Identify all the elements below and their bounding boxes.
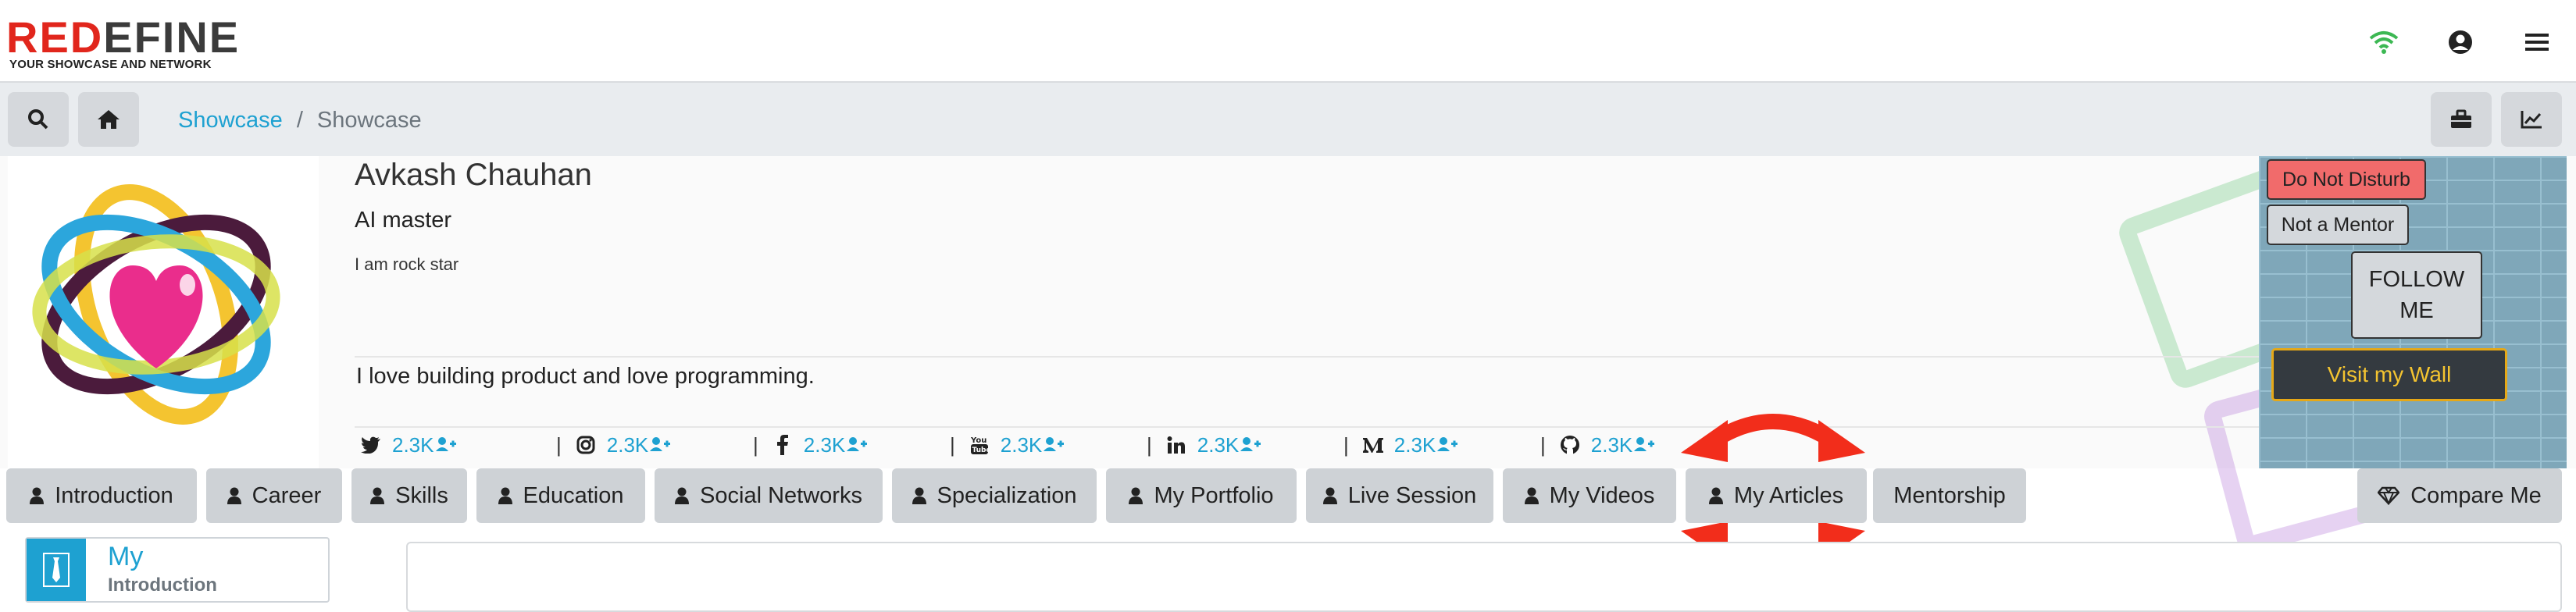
- user-icon: [1322, 487, 1337, 504]
- tab-career[interactable]: Career: [206, 468, 342, 523]
- user-plus-icon[interactable]: [1437, 433, 1458, 457]
- search-icon: [28, 109, 48, 130]
- tab-live-session[interactable]: Live Session: [1306, 468, 1493, 523]
- social-count: 2.3K: [392, 432, 434, 457]
- user-circle-icon[interactable]: [2445, 27, 2476, 58]
- svg-text:You: You: [970, 436, 987, 445]
- medium-icon: [1361, 433, 1385, 457]
- social-count: 2.3K: [606, 432, 649, 457]
- toolbox-icon: [2451, 109, 2471, 128]
- youtube-icon: You Tube: [968, 433, 991, 457]
- brand-logo[interactable]: REDEFINE YOUR SHOWCASE AND NETWORK: [6, 12, 241, 72]
- menu-icon[interactable]: [2521, 27, 2553, 58]
- user-plus-icon[interactable]: [1634, 433, 1655, 457]
- user-plus-icon[interactable]: [435, 433, 456, 457]
- social-youtube[interactable]: | You Tube 2.3K: [950, 433, 1147, 457]
- user-icon: [30, 487, 45, 504]
- tab-skills[interactable]: Skills: [351, 468, 467, 523]
- tie-icon: [27, 539, 86, 601]
- breadcrumb-current: Showcase: [316, 108, 422, 133]
- twitter-icon: [359, 433, 383, 457]
- profile-bio: I love building product and love program…: [356, 364, 815, 389]
- profile-bio-box: I love building product and love program…: [355, 356, 2260, 428]
- breadcrumb-link-showcase[interactable]: Showcase: [178, 108, 283, 133]
- analytics-button[interactable]: [2501, 92, 2562, 147]
- breadcrumb-separator: /: [296, 108, 303, 133]
- user-plus-icon[interactable]: [650, 433, 671, 457]
- atom-heart-logo: [32, 184, 280, 425]
- avatar: [8, 156, 319, 468]
- facebook-icon: [771, 433, 794, 457]
- profile-tagline: I am rock star: [355, 254, 459, 274]
- user-plus-icon[interactable]: [1240, 433, 1261, 457]
- user-plus-icon[interactable]: [1044, 433, 1065, 457]
- tab-my-portfolio[interactable]: My Portfolio: [1106, 468, 1297, 523]
- logo-wordmark: REDEFINE: [6, 12, 241, 62]
- chart-line-icon: [2521, 111, 2542, 129]
- wifi-icon[interactable]: [2368, 27, 2399, 58]
- social-instagram[interactable]: | 2.3K: [556, 433, 753, 457]
- social-linkedin[interactable]: | 2.3K: [1147, 433, 1343, 457]
- profile-title: AI master: [355, 208, 452, 233]
- social-stats: 2.3K | 2.3K | 2.3K | You Tube 2.3K | 2.3K…: [359, 431, 1737, 459]
- visit-wall-button[interactable]: Visit my Wall: [2271, 348, 2507, 401]
- wall-panel: Do Not Disturb Not a Mentor FOLLOW ME Vi…: [2259, 156, 2567, 468]
- tab-education[interactable]: Education: [476, 468, 645, 523]
- social-medium[interactable]: | 2.3K: [1343, 433, 1540, 457]
- follow-me-button[interactable]: FOLLOW ME: [2351, 251, 2482, 339]
- breadcrumb-bar: Showcase / Showcase: [0, 83, 2576, 156]
- user-icon: [227, 487, 241, 504]
- social-facebook[interactable]: | 2.3K: [753, 433, 950, 457]
- user-plus-icon[interactable]: [847, 433, 868, 457]
- social-twitter[interactable]: 2.3K: [359, 433, 556, 457]
- top-navbar: REDEFINE YOUR SHOWCASE AND NETWORK: [0, 0, 2576, 83]
- user-icon: [1524, 487, 1539, 504]
- social-count: 2.3K: [1000, 432, 1043, 457]
- user-icon: [675, 487, 690, 504]
- tab-social-networks[interactable]: Social Networks: [655, 468, 883, 523]
- side-card-subtitle: Introduction: [108, 575, 217, 596]
- not-mentor-button[interactable]: Not a Mentor: [2267, 205, 2409, 245]
- svg-text:Tube: Tube: [972, 447, 989, 454]
- social-count: 2.3K: [1197, 432, 1240, 457]
- tab-my-videos[interactable]: My Videos: [1503, 468, 1676, 523]
- linkedin-icon: [1165, 433, 1188, 457]
- user-icon: [1129, 487, 1144, 504]
- user-icon: [498, 487, 512, 504]
- home-icon: [98, 110, 120, 129]
- search-button[interactable]: [8, 92, 69, 147]
- side-card-title: My: [108, 542, 144, 571]
- side-nav-card[interactable]: My Introduction: [25, 537, 330, 603]
- github-icon: [1558, 433, 1582, 457]
- social-count: 2.3K: [803, 432, 846, 457]
- user-icon: [370, 487, 385, 504]
- instagram-icon: [574, 433, 598, 457]
- tab-introduction[interactable]: Introduction: [6, 468, 197, 523]
- breadcrumb: Showcase / Showcase: [178, 108, 422, 133]
- compare-me-button[interactable]: Compare Me: [2357, 468, 2562, 523]
- tab-specialization[interactable]: Specialization: [892, 468, 1097, 523]
- social-count: 2.3K: [1590, 432, 1633, 457]
- tab-my-articles[interactable]: My Articles: [1686, 468, 1867, 523]
- user-icon: [912, 487, 926, 504]
- content-panel: [406, 542, 2562, 612]
- diamond-icon: [2378, 486, 2400, 505]
- logo-tagline: YOUR SHOWCASE AND NETWORK: [9, 58, 212, 71]
- tab-mentorship[interactable]: Mentorship: [1873, 468, 2026, 523]
- toolbox-button[interactable]: [2431, 92, 2492, 147]
- user-icon: [1708, 487, 1723, 504]
- home-button[interactable]: [78, 92, 139, 147]
- do-not-disturb-button[interactable]: Do Not Disturb: [2267, 159, 2426, 200]
- social-count: 2.3K: [1393, 432, 1436, 457]
- profile-name: Avkash Chauhan: [355, 158, 592, 192]
